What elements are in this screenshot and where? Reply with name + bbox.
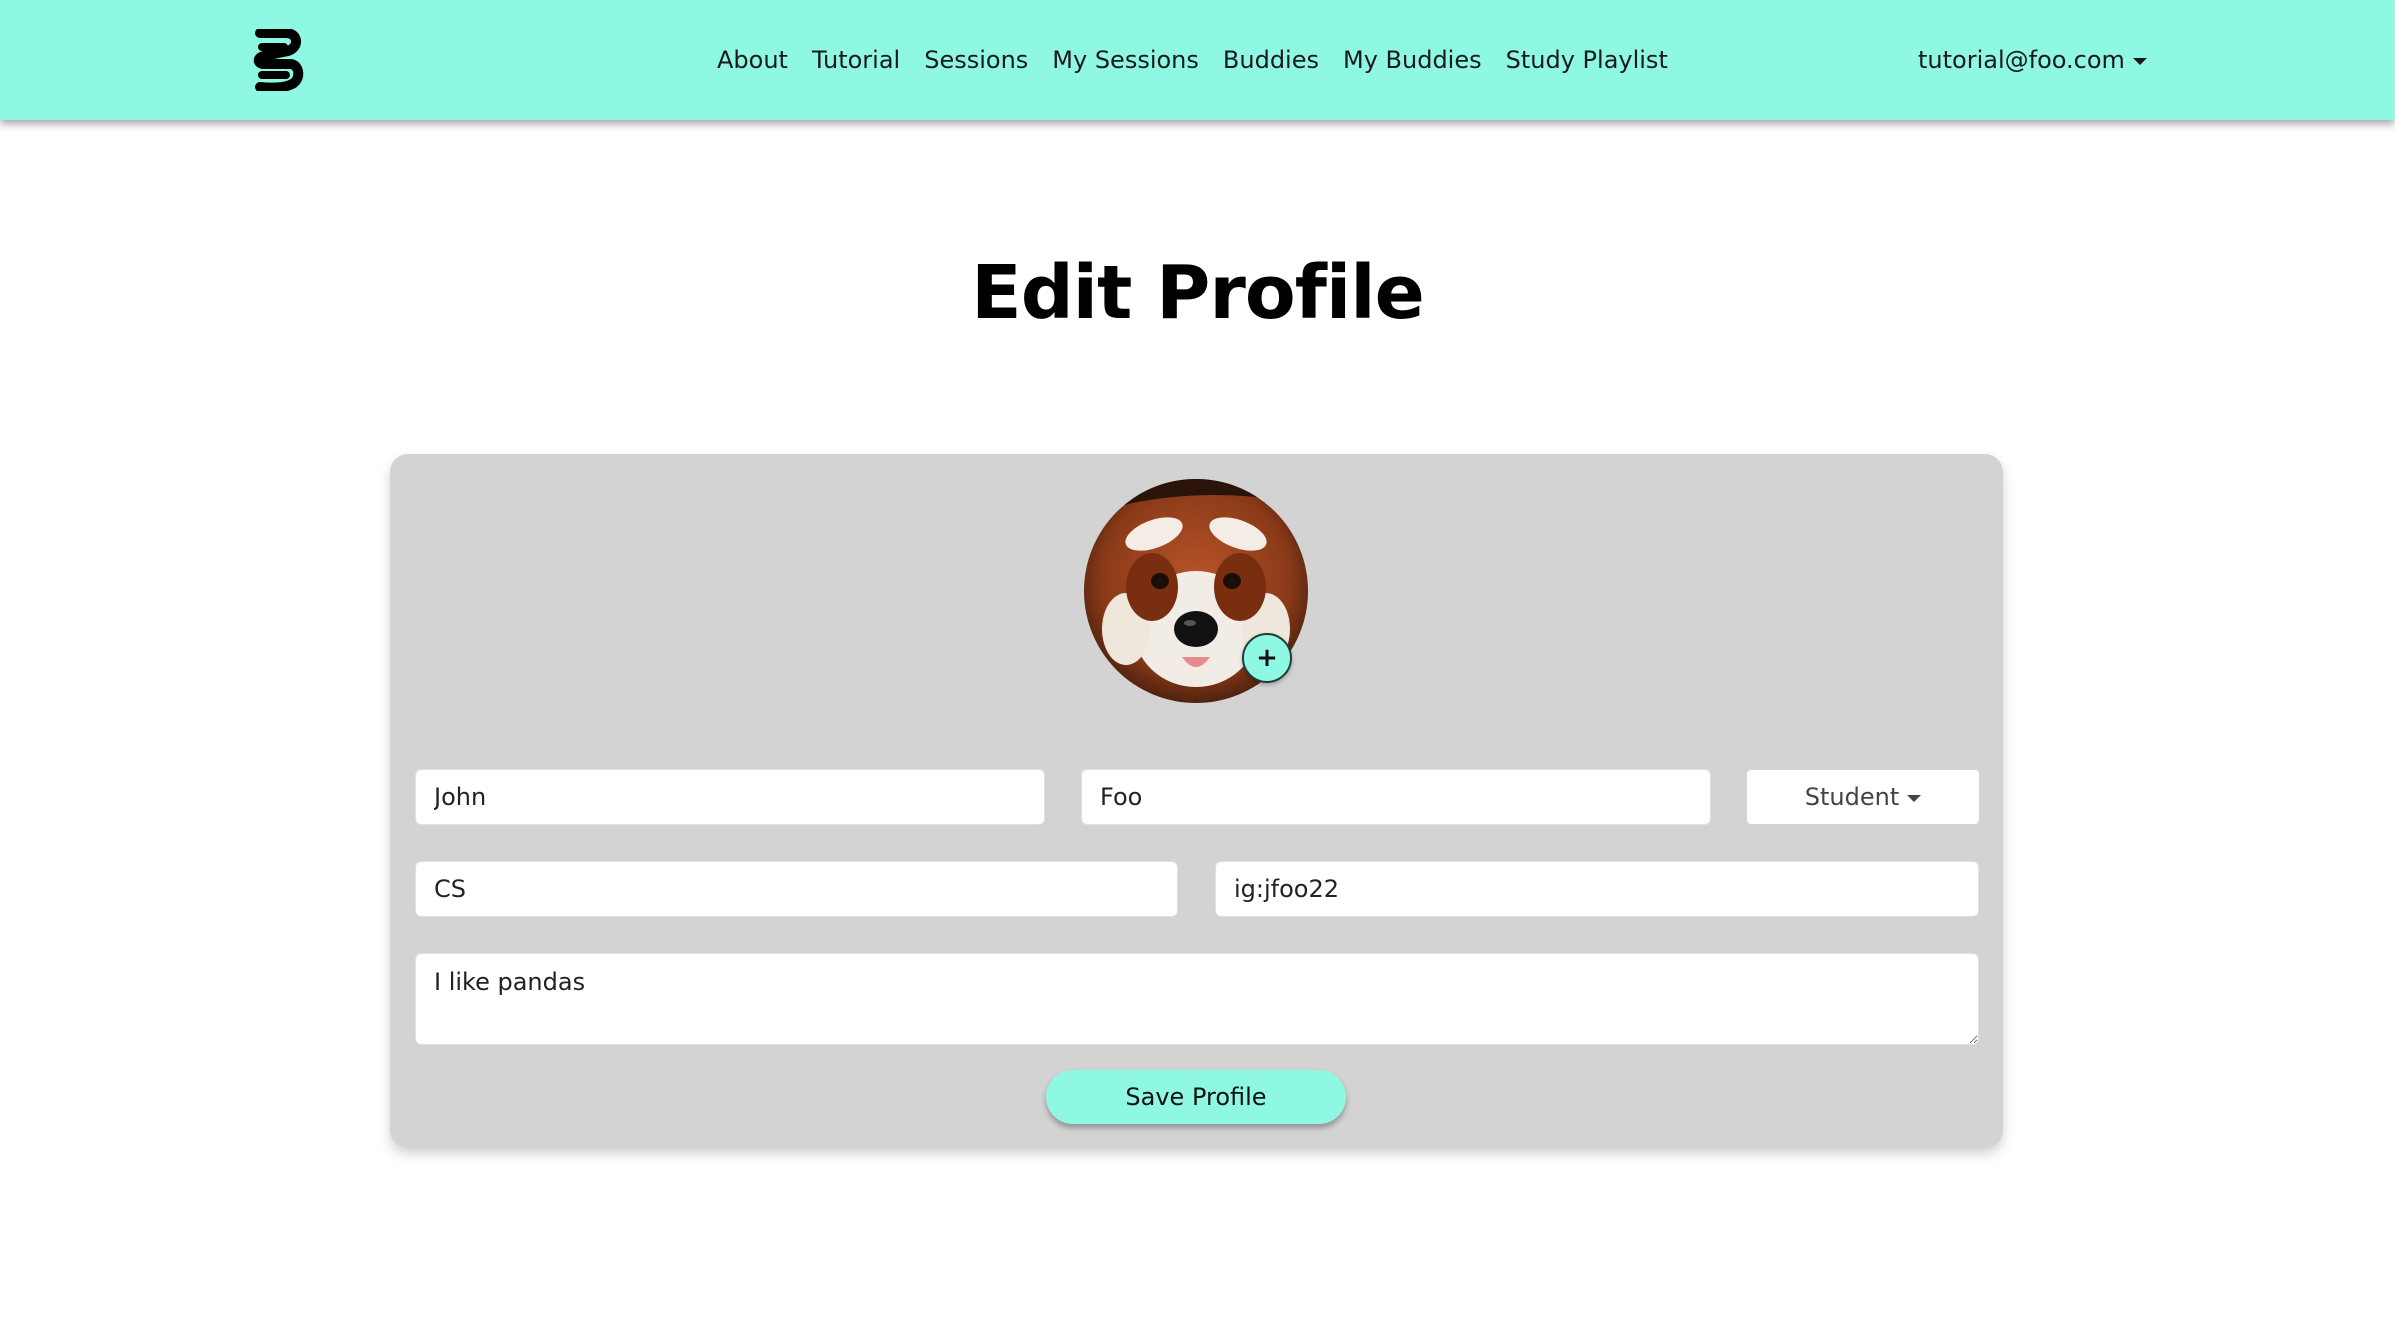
bio-textarea[interactable]: I like pandas xyxy=(415,953,1979,1045)
page-title: Edit Profile xyxy=(971,250,1425,336)
top-navbar: About Tutorial Sessions My Sessions Budd… xyxy=(0,0,2395,120)
nav-link-sessions[interactable]: Sessions xyxy=(924,46,1028,74)
save-profile-button[interactable]: Save Profile xyxy=(1046,1070,1346,1124)
last-name-input[interactable] xyxy=(1081,769,1711,825)
profile-card: + Student I like pandas Save Profile xyxy=(390,454,2003,1148)
nav-link-study-playlist[interactable]: Study Playlist xyxy=(1506,46,1668,74)
role-dropdown[interactable]: Student xyxy=(1747,770,1979,824)
first-name-input[interactable] xyxy=(415,769,1045,825)
major-input[interactable] xyxy=(415,861,1178,917)
add-photo-button[interactable]: + xyxy=(1242,633,1292,683)
nav-link-tutorial[interactable]: Tutorial xyxy=(812,46,900,74)
user-menu-dropdown[interactable]: tutorial@foo.com xyxy=(1918,40,2147,80)
nav-link-buddies[interactable]: Buddies xyxy=(1223,46,1319,74)
avatar-container: + xyxy=(1084,479,1308,703)
user-email: tutorial@foo.com xyxy=(1918,46,2125,74)
nav-links: About Tutorial Sessions My Sessions Budd… xyxy=(717,40,1668,80)
nav-link-about[interactable]: About xyxy=(717,46,788,74)
role-selected-value: Student xyxy=(1804,783,1900,811)
nav-link-my-sessions[interactable]: My Sessions xyxy=(1052,46,1199,74)
caret-down-icon xyxy=(2132,57,2147,65)
nav-link-my-buddies[interactable]: My Buddies xyxy=(1343,46,1482,74)
logo-icon[interactable] xyxy=(250,29,304,91)
social-handle-input[interactable] xyxy=(1215,861,1979,917)
caret-down-icon xyxy=(1907,794,1922,802)
